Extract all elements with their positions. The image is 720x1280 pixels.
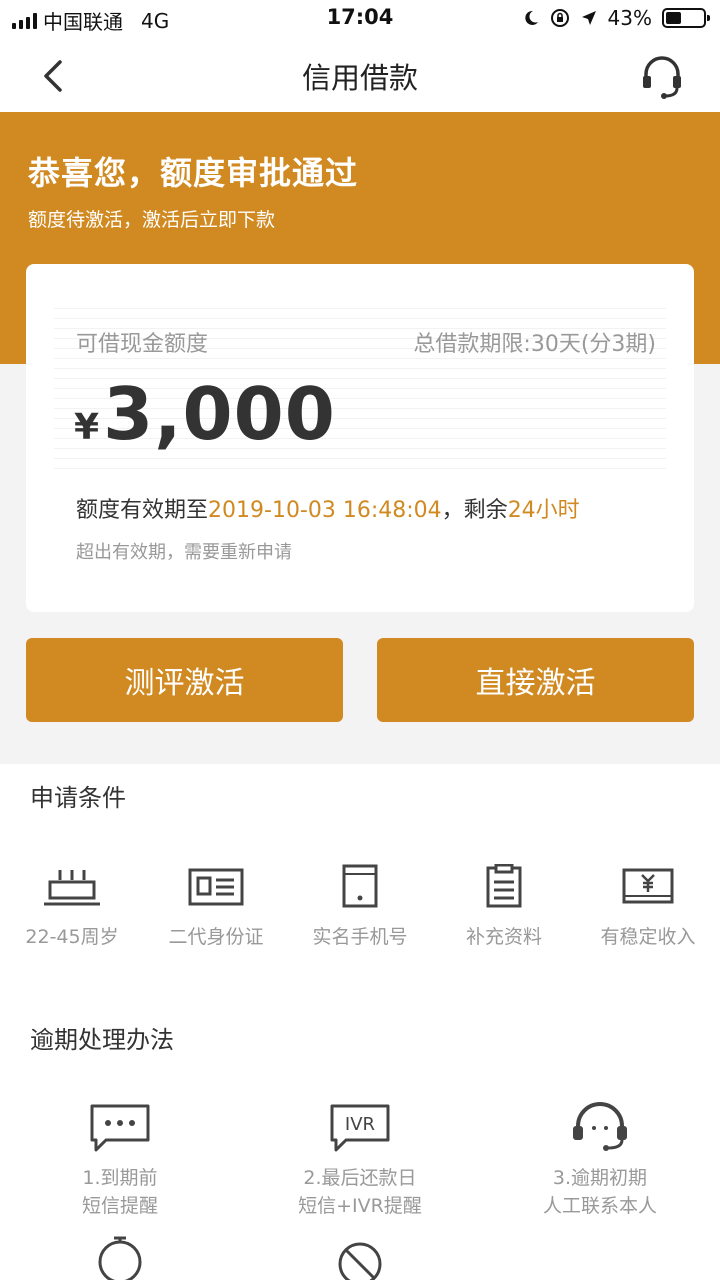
overdue-desc: 短信提醒 (81, 1195, 158, 1217)
headset-icon (573, 1102, 627, 1151)
status-bar: 中国联通 4G 17:04 43% (0, 0, 720, 38)
battery-percent: 43% (607, 6, 652, 30)
overdue-list: 1.到期前 短信提醒 IVR 2.最后还款日 短信+IVR提醒 3.逾期初期 人… (0, 1100, 720, 1220)
ivr-icon: IVR (330, 1104, 390, 1152)
evaluate-activate-button[interactable]: 测评激活 (26, 638, 343, 722)
nav-bar: 信用借款 (0, 38, 720, 112)
rotation-lock-icon (550, 9, 569, 27)
condition-item-phone: 实名手机号 (288, 864, 432, 949)
credit-card: 可借现金额度 总借款期限:30天(分3期) ¥ 3,000 额度有效期至2019… (26, 264, 694, 612)
expire-note: 超出有效期，需要重新申请 (76, 542, 292, 563)
direct-activate-button[interactable]: 直接激活 (377, 638, 694, 722)
overdue-label: 3.逾期初期 人工联系本人 (480, 1164, 720, 1220)
amount-label: 可借现金额度 (76, 332, 209, 357)
conditions-title: 申请条件 (30, 784, 126, 812)
credit-amount: ¥ 3,000 (74, 372, 336, 456)
overdue-list-more (0, 1228, 720, 1280)
overdue-step: 1.到期前 (82, 1167, 158, 1189)
condition-item-materials: 补充资料 (432, 864, 576, 949)
stopwatch-icon (98, 1236, 142, 1280)
validity-date: 2019-10-03 16:48:04 (208, 498, 442, 523)
overdue-desc: 人工联系本人 (542, 1195, 657, 1217)
condition-label: 补充资料 (465, 926, 542, 948)
birthday-cake-icon (44, 870, 100, 906)
svg-text:IVR: IVR (345, 1114, 375, 1135)
condition-label: 有稳定收入 (600, 926, 696, 948)
prohibited-icon (338, 1242, 382, 1280)
condition-item-income: 有稳定收入 (576, 864, 720, 949)
overdue-step: 3.逾期初期 (552, 1167, 648, 1189)
overdue-item-more-1 (0, 1228, 240, 1280)
condition-label: 22-45周岁 (25, 926, 119, 948)
banner-title: 恭喜您，额度审批通过 (28, 154, 359, 192)
conditions-section: 申请条件 22-45周岁 二代身份证 实名手机号 补充资料 有稳定收入 (0, 764, 720, 1000)
page-title: 信用借款 (301, 61, 418, 95)
overdue-desc: 短信+IVR提醒 (298, 1195, 422, 1217)
currency-symbol: ¥ (74, 407, 100, 448)
validity-text: 额度有效期至2019-10-03 16:48:04，剩余24小时 (76, 492, 580, 524)
mobile-phone-icon (342, 864, 378, 908)
location-arrow-icon (581, 11, 596, 25)
amount-value: 3,000 (103, 372, 336, 456)
moon-icon (524, 10, 538, 25)
battery-level (666, 12, 682, 24)
clipboard-icon (486, 864, 522, 908)
validity-mid: ，剩余 (441, 498, 508, 523)
sms-icon (90, 1104, 150, 1152)
overdue-label: 1.到期前 短信提醒 (0, 1164, 240, 1220)
overdue-item-sms: 1.到期前 短信提醒 (0, 1100, 240, 1220)
overdue-section: 逾期处理办法 1.到期前 短信提醒 IVR 2.最后还款日 短信+IVR提醒 3… (0, 1000, 720, 1280)
overdue-item-manual: 3.逾期初期 人工联系本人 (480, 1100, 720, 1220)
condition-item-age: 22-45周岁 (0, 864, 144, 949)
battery-icon (662, 8, 710, 28)
conditions-list: 22-45周岁 二代身份证 实名手机号 补充资料 有稳定收入 (0, 864, 720, 949)
headset-icon[interactable] (638, 52, 686, 100)
banner-subtitle: 额度待激活，激活后立即下款 (28, 209, 276, 231)
status-right: 43% (522, 6, 710, 30)
income-icon (622, 868, 674, 904)
chevron-left-icon[interactable] (30, 52, 78, 100)
remaining-time: 24小时 (507, 498, 580, 523)
validity-prefix: 额度有效期至 (76, 498, 209, 523)
overdue-label: 2.最后还款日 短信+IVR提醒 (240, 1164, 480, 1220)
term-label: 总借款期限:30天(分3期) (413, 332, 656, 357)
condition-label: 二代身份证 (168, 926, 264, 948)
overdue-item-ivr: IVR 2.最后还款日 短信+IVR提醒 (240, 1100, 480, 1220)
condition-item-id: 二代身份证 (144, 864, 288, 949)
overdue-title: 逾期处理办法 (30, 1026, 174, 1054)
overdue-item-more-2 (240, 1228, 480, 1280)
id-card-icon (188, 868, 244, 906)
overdue-step: 2.最后还款日 (303, 1167, 417, 1189)
condition-label: 实名手机号 (312, 926, 408, 948)
